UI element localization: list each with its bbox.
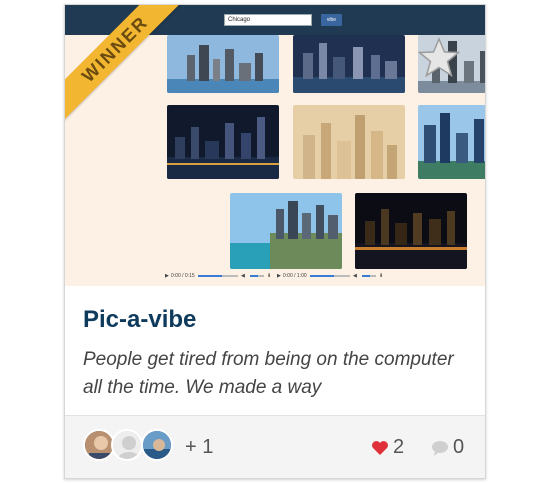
comment-icon[interactable] [431,440,449,456]
heart-icon[interactable] [371,440,389,456]
volume-slider[interactable] [250,275,264,277]
city-photo [230,193,342,269]
card-footer: + 1 2 0 [65,415,485,478]
city-photo [293,105,405,179]
audio-progress[interactable] [197,275,238,277]
avatar[interactable] [141,429,173,461]
audio-time: 0:00 / 1:00 [283,273,307,279]
download-icon[interactable]: ⬇ [267,273,273,279]
project-title[interactable]: Pic-a-vibe [83,306,196,334]
audio-player[interactable]: ▶ 0:00 / 0:15 ◀ ⬇ [165,271,273,281]
screenshot-search-input: Chicago [224,14,312,26]
likes[interactable]: 2 [371,436,404,459]
project-card[interactable]: Chicago vibe ▶ 0:00 / 0:15 ◀ ⬇ ▶ 0:00 / … [64,4,486,479]
download-icon[interactable]: ⬇ [379,273,385,279]
city-photo [167,105,279,179]
audio-players: ▶ 0:00 / 0:15 ◀ ⬇ ▶ 0:00 / 1:00 ◀ ⬇ [165,271,385,281]
volume-icon[interactable]: ◀ [241,273,247,279]
city-photo [167,35,279,93]
comments-count: 0 [453,436,465,458]
extra-members-count[interactable]: + 1 [185,436,213,459]
audio-time: 0:00 / 0:15 [171,273,195,279]
city-photo [355,193,467,269]
avatar[interactable] [111,429,143,461]
volume-slider[interactable] [362,275,376,277]
comments[interactable]: 0 [431,436,464,459]
project-thumbnail[interactable]: Chicago vibe ▶ 0:00 / 0:15 ◀ ⬇ ▶ 0:00 / … [65,5,485,286]
city-photo [293,35,405,93]
city-photo [418,105,485,179]
audio-progress[interactable] [309,275,350,277]
audio-player[interactable]: ▶ 0:00 / 1:00 ◀ ⬇ [277,271,385,281]
card-body: Pic-a-vibe People get tired from being o… [65,286,485,414]
star-icon[interactable] [417,37,461,84]
likes-count: 2 [393,436,405,458]
volume-icon[interactable]: ◀ [353,273,359,279]
screenshot-vibe-button: vibe [321,14,342,26]
text-fade [395,374,485,402]
